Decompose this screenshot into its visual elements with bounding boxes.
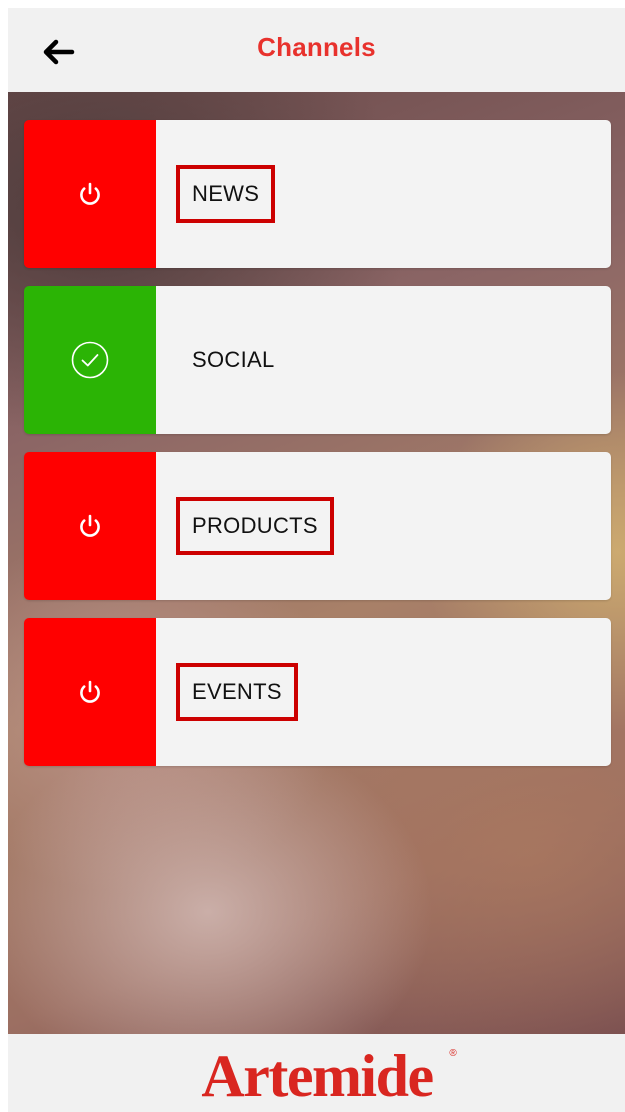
channel-label-area: SOCIAL <box>156 286 611 434</box>
artemide-logo: Artemide ® <box>8 1038 625 1112</box>
channel-label: SOCIAL <box>192 347 275 372</box>
channel-label: EVENTS <box>176 663 298 721</box>
channel-item-social[interactable]: SOCIAL <box>24 286 611 434</box>
channel-label-area: NEWS <box>156 120 611 268</box>
channel-item-products[interactable]: PRODUCTS <box>24 452 611 600</box>
channels-screen: Channels NEWS SOCIAL PRODUCTS EVENTS Art… <box>0 0 625 1112</box>
channel-toggle-news[interactable] <box>24 120 156 268</box>
channel-label: NEWS <box>176 165 276 223</box>
page-title: Channels <box>257 32 376 62</box>
channel-toggle-events[interactable] <box>24 618 156 766</box>
logo-wordmark: Artemide <box>201 1043 433 1108</box>
check-circle-icon <box>71 341 109 379</box>
channel-label-area: EVENTS <box>156 618 611 766</box>
channel-label: PRODUCTS <box>176 497 334 555</box>
footer-bar: Artemide ® <box>8 1034 625 1112</box>
power-icon <box>80 182 100 205</box>
registered-mark: ® <box>449 1048 457 1059</box>
brand-logo: Artemide ® <box>201 1043 457 1109</box>
channel-item-news[interactable]: NEWS <box>24 120 611 268</box>
power-icon <box>80 514 100 537</box>
channel-toggle-social[interactable] <box>24 286 156 434</box>
channel-label-area: PRODUCTS <box>156 452 611 600</box>
channel-list: NEWS SOCIAL PRODUCTS EVENTS <box>8 92 625 1034</box>
channel-toggle-products[interactable] <box>24 452 156 600</box>
top-bar: Channels <box>8 8 625 92</box>
power-icon <box>80 680 100 703</box>
channel-item-events[interactable]: EVENTS <box>24 618 611 766</box>
